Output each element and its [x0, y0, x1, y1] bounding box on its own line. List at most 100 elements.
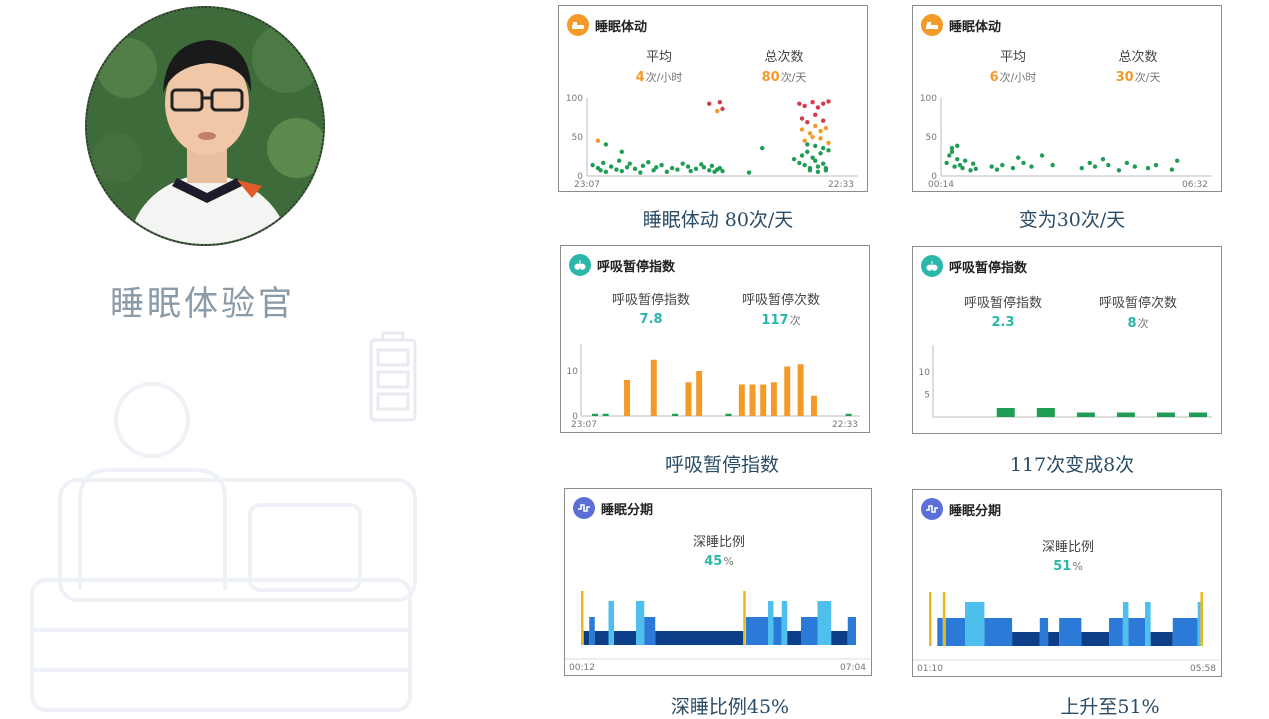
caption-stage-after: 上升至51%	[1060, 696, 1160, 718]
stage-deep-segment	[1012, 632, 1040, 646]
stage-awake-segment	[942, 592, 946, 646]
data-point	[821, 145, 826, 151]
bar	[685, 382, 692, 416]
stat-value: 117	[761, 313, 789, 328]
stage-deep-segment	[1081, 632, 1110, 646]
stage-light-segment	[1128, 618, 1146, 646]
data-point	[664, 169, 670, 174]
bar	[845, 413, 852, 416]
data-point	[813, 123, 818, 129]
stat-label: 呼吸暂停指数	[611, 293, 690, 308]
data-point	[791, 157, 797, 162]
stage-awake-segment	[581, 591, 584, 645]
stat-average: 平均 4次/小时	[619, 46, 699, 85]
data-point	[955, 143, 960, 149]
stat-unit: 次/天	[1134, 71, 1161, 84]
data-point	[815, 169, 821, 174]
x-start-label: 00:12	[569, 663, 595, 673]
caption-stage-before: 深睡比例45%	[670, 696, 790, 718]
apnea-bar-chart: 10 5	[919, 345, 1212, 418]
data-point	[720, 106, 725, 112]
stat-value: 4	[635, 70, 645, 85]
stage-deep-segment	[614, 631, 636, 645]
stat-total: 总次数 30次/天	[1098, 46, 1178, 85]
data-point	[813, 158, 818, 163]
data-point	[680, 161, 685, 166]
data-point	[688, 168, 693, 174]
data-point	[1016, 155, 1021, 160]
card-title: 呼吸暂停指数	[597, 259, 676, 275]
data-point	[807, 168, 813, 173]
card-title: 睡眠体动	[595, 19, 648, 35]
data-point	[638, 170, 643, 175]
bar	[784, 366, 791, 416]
card-stage-after: 睡眠分期 深睡比例 51% 01:10 05:58	[912, 489, 1222, 677]
data-point	[1010, 165, 1016, 171]
bar	[760, 384, 767, 416]
bar	[592, 413, 599, 416]
data-point	[807, 131, 813, 136]
bar	[1188, 412, 1207, 417]
data-point	[701, 165, 707, 170]
data-point	[619, 149, 624, 154]
data-point	[802, 162, 807, 168]
data-point	[952, 164, 957, 169]
data-point	[973, 166, 978, 172]
stat-total: 总次数 80次/天	[744, 46, 824, 85]
data-point	[960, 165, 965, 171]
data-point	[805, 142, 810, 147]
bar	[1156, 412, 1175, 417]
stat-label: 呼吸暂停指数	[963, 296, 1042, 311]
card-title: 睡眠体动	[949, 19, 1002, 35]
stat-label: 平均	[645, 50, 672, 65]
stage-light-segment	[746, 617, 768, 645]
wave-icon	[921, 498, 943, 520]
data-point	[815, 164, 821, 169]
data-point	[944, 160, 949, 166]
stage-light-segment	[1172, 618, 1198, 646]
data-point	[823, 165, 829, 171]
stat-value: 45	[704, 554, 723, 569]
data-point	[675, 167, 680, 172]
y-tick-label: 50	[572, 133, 584, 143]
card-header: 睡眠体动	[921, 14, 1001, 36]
data-point	[970, 161, 976, 166]
stage-light-segment	[1039, 618, 1049, 646]
data-point	[616, 158, 622, 163]
stat-label: 呼吸暂停次数	[1098, 296, 1177, 311]
data-point	[797, 101, 802, 106]
data-point	[627, 161, 632, 166]
data-point	[619, 168, 624, 174]
lungs-icon	[921, 255, 943, 277]
card-header: 睡眠分期	[921, 498, 1001, 520]
data-point	[823, 125, 829, 131]
data-point	[720, 168, 725, 174]
data-point	[1169, 167, 1175, 172]
stage-rem-segment	[608, 601, 614, 645]
movement-scatter-chart: 10050000:14 06:32	[920, 94, 1212, 190]
stat-apnea-index: 呼吸暂停指数 2.3	[953, 292, 1053, 330]
data-point	[818, 151, 823, 156]
data-point	[797, 160, 802, 166]
stage-rem-segment	[636, 601, 645, 645]
stat-apnea-count: 呼吸暂停次数 117次	[726, 289, 836, 328]
data-point	[760, 145, 765, 151]
data-point	[802, 138, 807, 143]
data-point	[614, 167, 619, 172]
stage-light-segment	[937, 618, 943, 646]
bar	[810, 395, 817, 416]
stage-deep-segment	[787, 631, 801, 645]
data-point	[717, 100, 723, 105]
x-end-label: 06:32	[1182, 180, 1208, 190]
caption-movement-before: 睡眠体动 80次/天	[642, 209, 794, 231]
data-point	[709, 163, 715, 169]
data-point	[949, 145, 955, 151]
data-point	[654, 165, 659, 170]
apnea-bar-chart: 10023:07 22:33	[567, 344, 860, 430]
stage-rem-segment	[1122, 602, 1129, 646]
stat-value: 2.3	[991, 315, 1015, 330]
stage-light-segment	[644, 617, 656, 645]
data-point	[989, 164, 994, 169]
data-point	[799, 116, 805, 121]
bar	[749, 384, 756, 416]
